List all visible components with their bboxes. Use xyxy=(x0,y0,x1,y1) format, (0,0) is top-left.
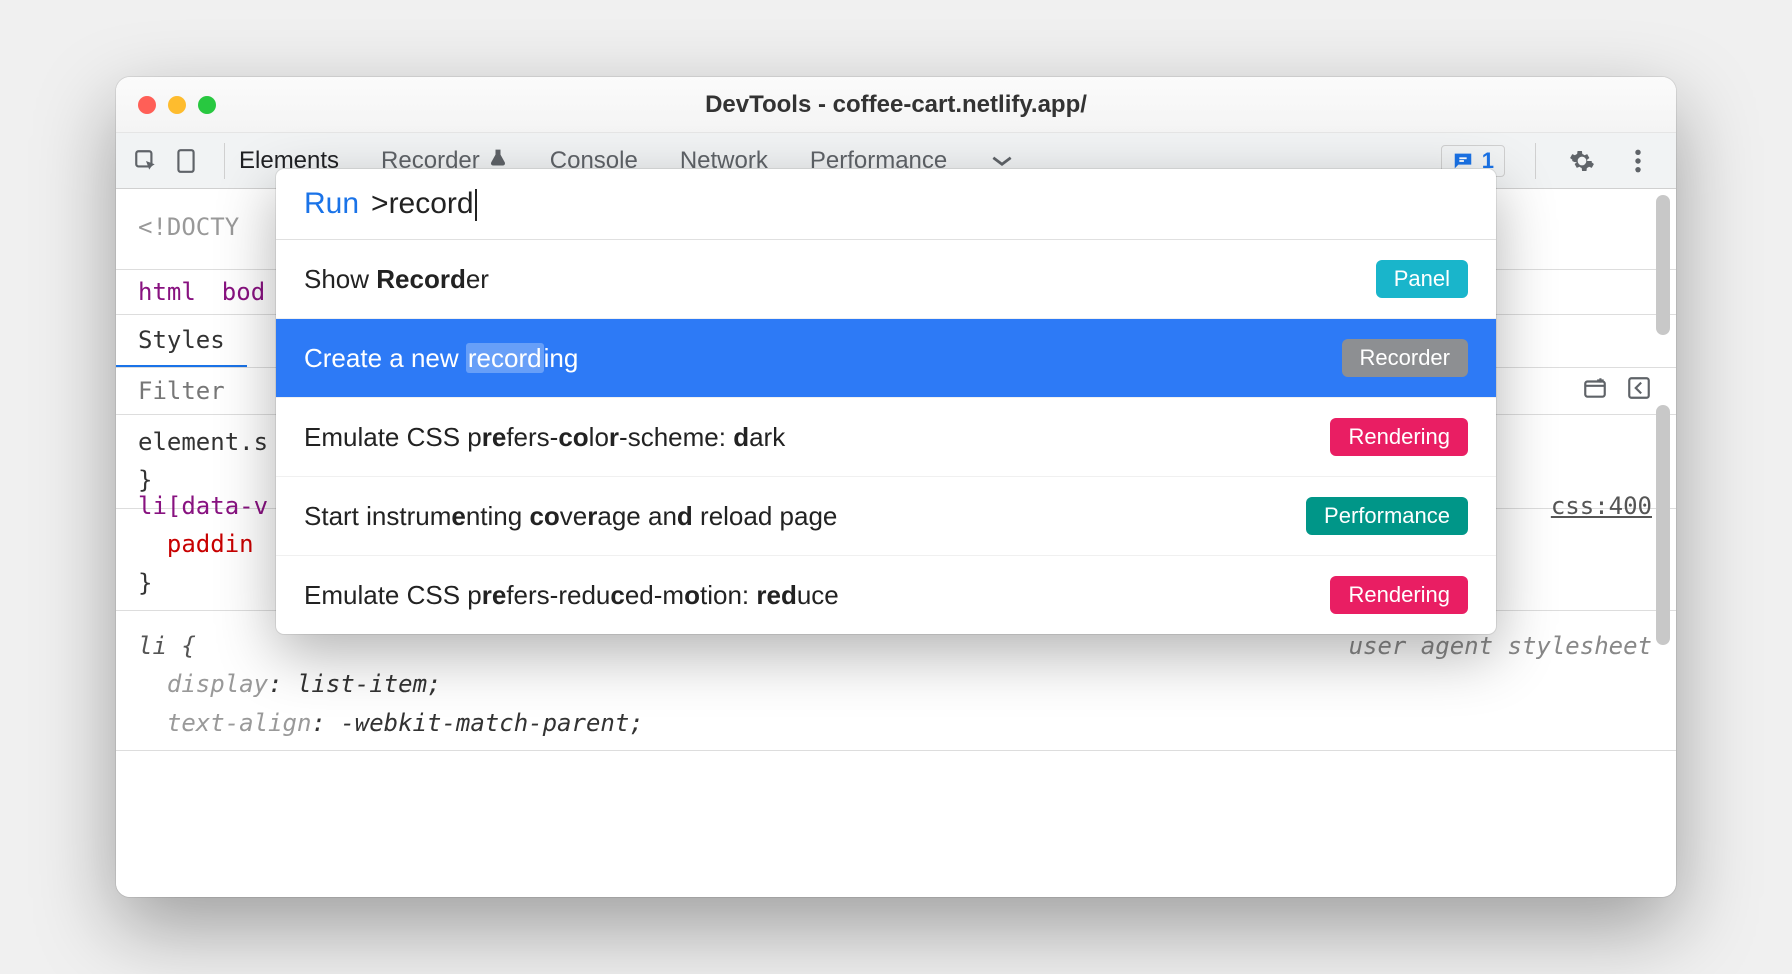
command-category-badge: Panel xyxy=(1376,260,1468,298)
command-category-badge: Rendering xyxy=(1330,576,1468,614)
css-brace: } xyxy=(138,569,152,597)
command-category-badge: Recorder xyxy=(1342,339,1468,377)
toolbar-divider xyxy=(1535,143,1536,179)
css-value: list-item xyxy=(297,670,427,698)
css-selector: li[data-v xyxy=(138,492,268,520)
command-item-show-recorder[interactable]: Show Recorder Panel xyxy=(276,240,1496,319)
command-palette-search[interactable]: Run >record xyxy=(276,169,1496,240)
devtools-window: DevTools - coffee-cart.netlify.app/ Elem… xyxy=(116,77,1676,897)
text-caret xyxy=(475,189,477,221)
scrollbar-thumb[interactable] xyxy=(1656,405,1670,645)
scrollbar[interactable] xyxy=(1654,195,1672,891)
scrollbar-thumb[interactable] xyxy=(1656,195,1670,335)
filter-input[interactable]: Filter xyxy=(138,377,225,405)
command-item-create-recording[interactable]: Create a new recording Recorder xyxy=(276,319,1496,398)
command-item-label: Emulate CSS prefers-color-scheme: dark xyxy=(304,422,785,453)
command-input[interactable]: >record xyxy=(371,187,477,221)
command-item-emulate-reduced-motion[interactable]: Emulate CSS prefers-reduced-motion: redu… xyxy=(276,556,1496,634)
computed-panel-icon[interactable] xyxy=(1626,375,1652,407)
command-query-text: >record xyxy=(371,187,474,220)
crumb-body[interactable]: bod xyxy=(222,278,265,306)
device-toggle-icon[interactable] xyxy=(170,145,202,177)
command-item-emulate-dark[interactable]: Emulate CSS prefers-color-scheme: dark R… xyxy=(276,398,1496,477)
styles-tab-label: Styles xyxy=(138,326,225,354)
command-category-badge: Rendering xyxy=(1330,418,1468,456)
css-property: display xyxy=(167,670,268,698)
command-item-label: Show Recorder xyxy=(304,264,489,295)
css-selector: li { xyxy=(138,632,196,660)
css-rule-li-ua[interactable]: li { user agent stylesheet display: list… xyxy=(116,619,1676,751)
command-prefix: Run xyxy=(304,187,359,221)
css-source-link[interactable]: css:400 xyxy=(1551,487,1652,525)
window-title: DevTools - coffee-cart.netlify.app/ xyxy=(116,91,1676,119)
command-item-coverage[interactable]: Start instrumenting coverage and reload … xyxy=(276,477,1496,556)
toolbar-divider xyxy=(224,143,225,179)
inspect-element-icon[interactable] xyxy=(130,145,162,177)
styles-tab[interactable]: Styles xyxy=(116,315,247,367)
css-property: text-align xyxy=(167,709,312,737)
command-item-label: Start instrumenting coverage and reload … xyxy=(304,501,837,532)
doctype-text: <!DOCTY xyxy=(138,213,239,241)
crumb-html[interactable]: html xyxy=(138,278,196,306)
titlebar: DevTools - coffee-cart.netlify.app/ xyxy=(116,77,1676,133)
kebab-menu-icon[interactable] xyxy=(1622,145,1654,177)
command-category-badge: Performance xyxy=(1306,497,1468,535)
css-property: paddin xyxy=(167,530,254,558)
command-item-label: Emulate CSS prefers-reduced-motion: redu… xyxy=(304,580,839,611)
css-selector: element.s xyxy=(138,428,268,456)
new-style-rule-icon[interactable] xyxy=(1582,375,1608,407)
command-palette: Run >record Show Recorder Panel Create a… xyxy=(276,169,1496,634)
settings-icon[interactable] xyxy=(1566,145,1598,177)
more-tabs-icon[interactable] xyxy=(989,153,1015,169)
css-value: -webkit-match-parent xyxy=(340,709,629,737)
command-item-label: Create a new recording xyxy=(304,343,578,374)
